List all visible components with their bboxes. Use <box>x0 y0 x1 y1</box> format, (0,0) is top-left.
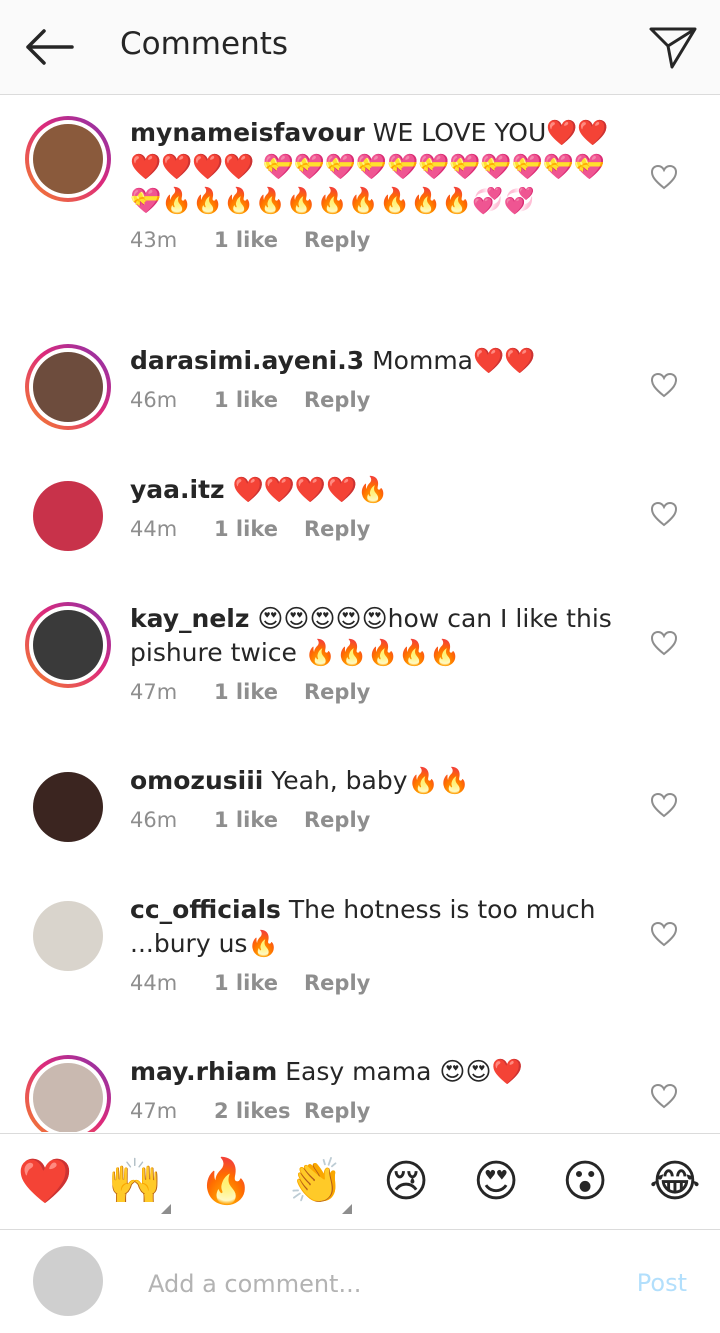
reply-button[interactable]: Reply <box>304 1099 370 1123</box>
comment-time: 44m <box>130 517 178 541</box>
comment-likes[interactable]: 1 like <box>214 680 304 704</box>
comment-username[interactable]: kay_nelz <box>130 604 249 633</box>
comment-content: Easy mama 😍😍❤️ <box>285 1057 523 1086</box>
arrow-left-icon <box>26 29 74 65</box>
comment-likes[interactable]: 1 like <box>214 388 304 412</box>
story-ring <box>25 1055 111 1132</box>
like-comment-button[interactable] <box>650 792 678 818</box>
comment-time: 46m <box>130 388 178 412</box>
post-button[interactable]: Post <box>637 1269 687 1297</box>
like-comment-button[interactable] <box>650 921 678 947</box>
variant-indicator <box>342 1204 352 1214</box>
comment-time: 47m <box>130 680 178 704</box>
reply-button[interactable]: Reply <box>304 517 370 541</box>
comment-text: mynameisfavour WE LOVE YOU❤️❤️❤️❤️❤️❤️ 💝… <box>130 116 630 218</box>
comment-content: Momma❤️❤️ <box>372 346 536 375</box>
heart-outline-icon <box>650 501 678 527</box>
comment-time: 43m <box>130 228 178 252</box>
comment-content: Yeah, baby🔥🔥 <box>271 766 470 795</box>
reply-button[interactable]: Reply <box>304 680 370 704</box>
comment-time: 44m <box>130 971 178 995</box>
avatar[interactable] <box>25 344 111 430</box>
comment-likes[interactable]: 1 like <box>214 971 304 995</box>
comment-meta: 44m 1 like Reply <box>130 517 630 541</box>
like-comment-button[interactable] <box>650 1083 678 1109</box>
like-comment-button[interactable] <box>650 164 678 190</box>
comment-input[interactable] <box>146 1261 610 1307</box>
like-comment-button[interactable] <box>650 372 678 398</box>
page-title: Comments <box>120 26 289 62</box>
surprised-face-icon[interactable]: 😮 <box>557 1156 613 1208</box>
comment-username[interactable]: omozusiii <box>130 766 263 795</box>
comment-meta: 46m 1 like Reply <box>130 808 630 832</box>
comment-likes[interactable]: 1 like <box>214 228 304 252</box>
comment-text: cc_officials The hotness is too much ...… <box>130 893 630 961</box>
paper-plane-icon <box>649 27 697 69</box>
comment-username[interactable]: may.rhiam <box>130 1057 277 1086</box>
story-ring <box>25 602 111 688</box>
raising-hands-icon[interactable]: 🙌 <box>107 1156 171 1214</box>
comment-likes[interactable]: 2 likes <box>214 1099 304 1123</box>
comment-text: omozusiii Yeah, baby🔥🔥 <box>130 764 630 798</box>
reply-button[interactable]: Reply <box>304 808 370 832</box>
comment-meta: 43m 1 like Reply <box>130 228 630 252</box>
clapping-hands-emoji: 👏 <box>288 1156 344 1207</box>
like-comment-button[interactable] <box>650 630 678 656</box>
comments-list[interactable]: mynameisfavour WE LOVE YOU❤️❤️❤️❤️❤️❤️ 💝… <box>0 96 720 1132</box>
avatar[interactable] <box>25 893 111 979</box>
reply-button[interactable]: Reply <box>304 388 370 412</box>
comment-content: ❤️❤️❤️❤️🔥 <box>232 475 389 504</box>
red-heart-icon[interactable]: ❤️ <box>17 1156 73 1208</box>
crying-face-icon[interactable]: 😢 <box>378 1156 434 1208</box>
comment-text: darasimi.ayeni.3 Momma❤️❤️ <box>130 344 630 378</box>
comment-text: may.rhiam Easy mama 😍😍❤️ <box>130 1055 630 1089</box>
comment-likes[interactable]: 1 like <box>214 808 304 832</box>
fire-icon[interactable]: 🔥 <box>198 1156 254 1208</box>
top-bar: Comments <box>0 0 720 95</box>
avatar[interactable] <box>25 473 111 559</box>
heart-outline-icon <box>650 1083 678 1109</box>
comment-likes[interactable]: 1 like <box>214 517 304 541</box>
comment-username[interactable]: cc_officials <box>130 895 281 924</box>
heart-outline-icon <box>650 630 678 656</box>
comment-username[interactable]: yaa.itz <box>130 475 225 504</box>
avatar[interactable] <box>25 764 111 850</box>
comment-meta: 47m 1 like Reply <box>130 680 630 704</box>
current-user-avatar[interactable] <box>33 1246 103 1316</box>
comment-composer: Post <box>0 1231 720 1333</box>
comment-meta: 46m 1 like Reply <box>130 388 630 412</box>
heart-outline-icon <box>650 921 678 947</box>
comment-time: 47m <box>130 1099 178 1123</box>
avatar[interactable] <box>25 602 111 688</box>
reply-button[interactable]: Reply <box>304 228 370 252</box>
story-ring <box>25 344 111 430</box>
heart-outline-icon <box>650 372 678 398</box>
comment-text: yaa.itz ❤️❤️❤️❤️🔥 <box>130 473 630 507</box>
comment-time: 46m <box>130 808 178 832</box>
heart-outline-icon <box>650 792 678 818</box>
tears-of-joy-icon[interactable]: 😂 <box>647 1156 703 1208</box>
story-ring <box>25 116 111 202</box>
reply-button[interactable]: Reply <box>304 971 370 995</box>
clapping-hands-icon[interactable]: 👏 <box>288 1156 352 1214</box>
quick-reactions-bar: ❤️ 🙌 🔥 👏 😢 😍 😮 😂 <box>0 1133 720 1230</box>
comment-meta: 44m 1 like Reply <box>130 971 630 995</box>
back-button[interactable] <box>20 25 76 69</box>
heart-eyes-icon[interactable]: 😍 <box>468 1156 524 1208</box>
comment-meta: 47m 2 likes Reply <box>130 1099 630 1123</box>
avatar[interactable] <box>25 1055 111 1132</box>
heart-outline-icon <box>650 164 678 190</box>
comment-username[interactable]: darasimi.ayeni.3 <box>130 346 364 375</box>
avatar[interactable] <box>25 116 111 202</box>
comment-text: kay_nelz 😍😍😍😍😍how can I like this pishur… <box>130 602 630 670</box>
variant-indicator <box>161 1204 171 1214</box>
comment-username[interactable]: mynameisfavour <box>130 118 365 147</box>
raising-hands-emoji: 🙌 <box>107 1156 163 1207</box>
share-button[interactable] <box>648 24 698 70</box>
like-comment-button[interactable] <box>650 501 678 527</box>
